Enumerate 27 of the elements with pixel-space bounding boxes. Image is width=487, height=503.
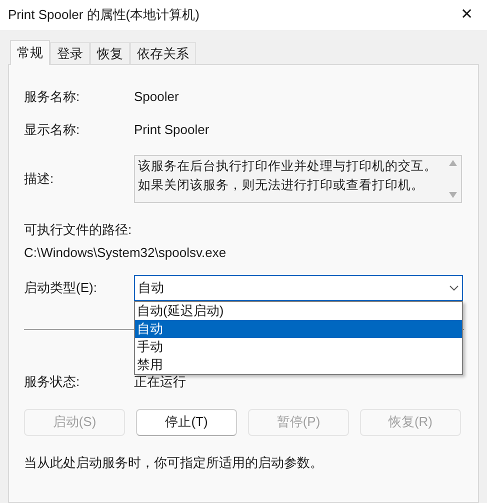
field-label: 显示名称: xyxy=(24,121,81,139)
dropdown-option[interactable]: 自动 xyxy=(135,320,462,338)
description-box[interactable]: 该服务在后台执行打印作业并处理与打印机的交互。如果关闭该服务，则无法进行打印或查看打印机。 xyxy=(134,155,462,203)
close-button[interactable]: ✕ xyxy=(455,3,479,27)
status-value: 正在运行 xyxy=(134,373,186,391)
field-value: Print Spooler xyxy=(134,121,210,139)
window-title: Print Spooler 的属性(本地计算机) xyxy=(8,6,200,24)
field-value: Spooler xyxy=(134,88,179,106)
field-label: 启动类型(E): xyxy=(24,279,98,298)
field-label: 服务名称: xyxy=(24,88,81,106)
hint-text: 当从此处启动服务时，你可指定所适用的启动参数。 xyxy=(24,454,324,472)
dropdown-option[interactable]: 禁用 xyxy=(135,356,462,374)
tab[interactable]: 常规 xyxy=(10,40,50,65)
chevron-down-icon xyxy=(449,285,459,291)
dropdown-option[interactable]: 自动(延迟启动) xyxy=(135,302,462,320)
path-label: 可执行文件的路径: xyxy=(24,221,133,239)
service-button[interactable]: 停止(T) xyxy=(136,408,237,436)
field-label: 描述: xyxy=(24,170,55,188)
scroll-down-icon[interactable] xyxy=(449,192,457,198)
tab[interactable]: 恢复 xyxy=(90,42,130,64)
tab[interactable]: 登录 xyxy=(50,42,90,64)
tab[interactable]: 依存关系 xyxy=(130,42,196,64)
startup-type-dropdown[interactable]: 自动 xyxy=(134,275,463,301)
scroll-up-icon[interactable] xyxy=(449,160,457,166)
field-label: 服务状态: xyxy=(24,373,81,391)
path-value: C:\Windows\System32\spoolsv.exe xyxy=(24,244,228,262)
dropdown-option[interactable]: 手动 xyxy=(135,338,462,356)
